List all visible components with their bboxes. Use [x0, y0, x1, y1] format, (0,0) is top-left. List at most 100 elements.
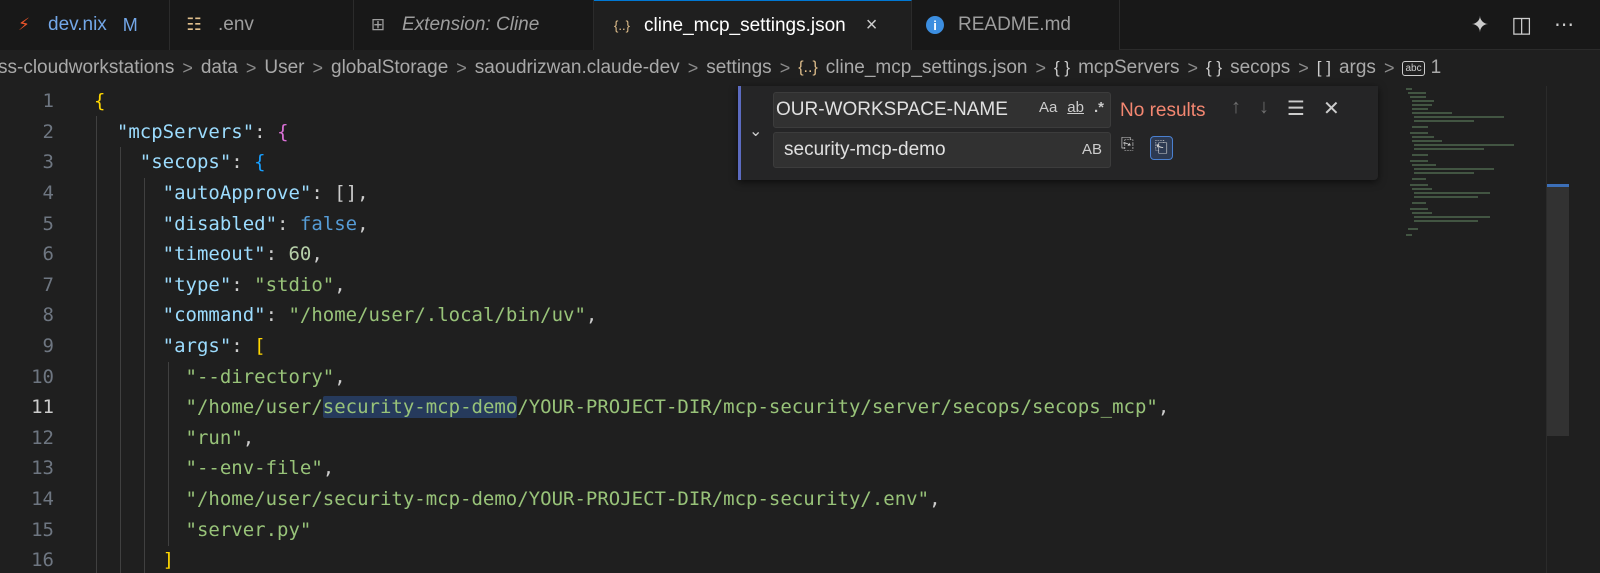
sparkle-icon[interactable]: ✦ [1471, 12, 1489, 38]
minimap-line [1412, 100, 1434, 102]
previous-match-icon[interactable]: ↑ [1231, 96, 1241, 121]
replace-icon[interactable]: ⎘ [1121, 136, 1134, 160]
minimap-line [1412, 140, 1442, 142]
find-input[interactable]: OUR-WORKSPACE-NAME Aa ab .* [773, 92, 1111, 128]
line-number: 12 [31, 426, 54, 449]
code-text: "disabled": false, [162, 212, 369, 235]
minimap-line [1414, 168, 1494, 170]
modified-badge: M [122, 14, 138, 35]
minimap[interactable] [1400, 86, 1546, 573]
find-status: No results [1120, 100, 1206, 121]
settings-sliders-icon: ☷ [186, 15, 202, 34]
code-text: "autoApprove": [], [162, 182, 369, 205]
line-number: 6 [42, 243, 54, 266]
minimap-line [1414, 148, 1484, 150]
split-editor-icon[interactable]: ◫ [1511, 12, 1532, 38]
line-number: 11 [31, 396, 54, 419]
minimap-line [1414, 192, 1490, 194]
tab-label: Extension: Cline [402, 14, 540, 35]
breadcrumb-symbol[interactable]: abc 1 [1402, 57, 1441, 79]
code-line: 6 "timeout": 60, [0, 239, 1400, 270]
code-text: { [94, 90, 106, 113]
minimap-line [1412, 212, 1432, 214]
breadcrumb-item[interactable]: globalStorage [331, 57, 448, 79]
line-number: 13 [31, 457, 54, 480]
minimap-line [1414, 172, 1474, 174]
breadcrumb-label: 1 [1430, 57, 1442, 78]
line-number: 10 [31, 365, 54, 388]
minimap-line [1412, 188, 1432, 190]
minimap-line [1412, 126, 1428, 128]
chevron-right-icon: > [779, 57, 791, 78]
chevron-down-icon[interactable]: ⌄ [749, 121, 762, 141]
more-actions-icon[interactable]: ⋯ [1554, 12, 1574, 37]
breadcrumb-symbol[interactable]: { } mcpServers [1054, 57, 1179, 79]
code-line: 8 "command": "/home/user/.local/bin/uv", [0, 300, 1400, 331]
vertical-scrollbar[interactable] [1546, 86, 1569, 573]
chevron-right-icon: > [1298, 57, 1309, 78]
tab-cline-mcp-settings[interactable]: {..} cline_mcp_settings.json × [594, 0, 912, 50]
code-text: "command": "/home/user/.local/bin/uv", [162, 304, 598, 327]
minimap-line [1410, 184, 1428, 186]
string-icon: abc [1402, 60, 1425, 76]
whole-word-icon[interactable]: ab [1067, 99, 1084, 116]
array-icon: [ ] [1316, 58, 1331, 77]
code-text: "timeout": 60, [162, 243, 323, 266]
next-match-icon[interactable]: ↓ [1259, 96, 1269, 121]
breadcrumb-label: mcpServers [1078, 57, 1180, 78]
minimap-line [1414, 144, 1514, 146]
tab-extension-cline[interactable]: ⊞ Extension: Cline [354, 0, 594, 50]
replace-all-icon[interactable]: ⎗ [1149, 136, 1173, 160]
replace-input[interactable]: security-mcp-demo AB [773, 132, 1111, 168]
breadcrumb-file[interactable]: {..} cline_mcp_settings.json [798, 57, 1027, 79]
object-icon: { } [1205, 58, 1223, 77]
tab-label: cline_mcp_settings.json [644, 14, 846, 36]
code-line: 15 "server.py" [0, 514, 1400, 545]
breadcrumb-symbol[interactable]: [ ] args [1317, 57, 1376, 79]
match-case-icon[interactable]: Aa [1039, 99, 1057, 116]
replace-actions: ⎘ ⎗ [1121, 136, 1173, 160]
regex-icon[interactable]: .* [1094, 99, 1104, 116]
minimap-line [1412, 112, 1452, 114]
chevron-right-icon: > [312, 57, 323, 78]
breadcrumb-item[interactable]: saoudrizwan.claude-dev [475, 57, 680, 79]
line-number: 7 [42, 273, 54, 296]
search-match-highlight: security-mcp-demo [322, 396, 518, 419]
tab-label: .env [218, 14, 254, 35]
find-options: Aa ab .* [1032, 99, 1104, 116]
line-number: 15 [31, 518, 54, 541]
minimap-line [1412, 104, 1432, 106]
find-navigation: ↑ ↓ ☰ ✕ [1231, 96, 1340, 121]
scrollbar-thumb[interactable] [1547, 186, 1569, 436]
code-text: "mcpServers": { [116, 120, 289, 143]
tab-bar: ⚡ dev.nix M ☷ .env ⊞ Extension: Cline {.… [0, 0, 1600, 50]
code-text: "run", [185, 426, 255, 449]
tab-readme[interactable]: i README.md [912, 0, 1120, 50]
code-text: "server.py" [185, 518, 312, 541]
line-number: 4 [42, 182, 54, 205]
breadcrumb-item[interactable]: ss-cloudworkstations [0, 57, 174, 79]
minimap-line [1406, 88, 1412, 90]
minimap-line [1412, 202, 1426, 204]
tab-dev-nix[interactable]: ⚡ dev.nix M [0, 0, 170, 50]
breadcrumb-item[interactable]: data [201, 57, 238, 79]
tab-env[interactable]: ☷ .env [170, 0, 354, 50]
find-in-selection-icon[interactable]: ☰ [1287, 96, 1305, 121]
tab-label: README.md [958, 14, 1071, 35]
breadcrumb-symbol[interactable]: { } secops [1206, 57, 1290, 79]
code-text: "/home/user/security-mcp-demo/YOUR-PROJE… [185, 396, 1170, 419]
object-icon: { } [1054, 58, 1071, 77]
code-line: 13 "--env-file", [0, 453, 1400, 484]
minimap-line [1410, 160, 1428, 162]
breadcrumb-item[interactable]: User [264, 57, 304, 79]
info-icon: i [926, 16, 944, 34]
find-replace-widget: ⌄ OUR-WORKSPACE-NAME Aa ab .* No results… [738, 86, 1378, 180]
breadcrumb-item[interactable]: settings [706, 57, 771, 79]
code-text: "--directory", [185, 365, 346, 388]
close-icon[interactable]: × [866, 14, 878, 37]
preserve-case-icon[interactable]: AB [1082, 141, 1102, 158]
close-icon[interactable]: ✕ [1323, 96, 1340, 121]
code-line: 4 "autoApprove": [], [0, 178, 1400, 209]
code-line: 10 "--directory", [0, 361, 1400, 392]
line-number: 5 [42, 212, 54, 235]
